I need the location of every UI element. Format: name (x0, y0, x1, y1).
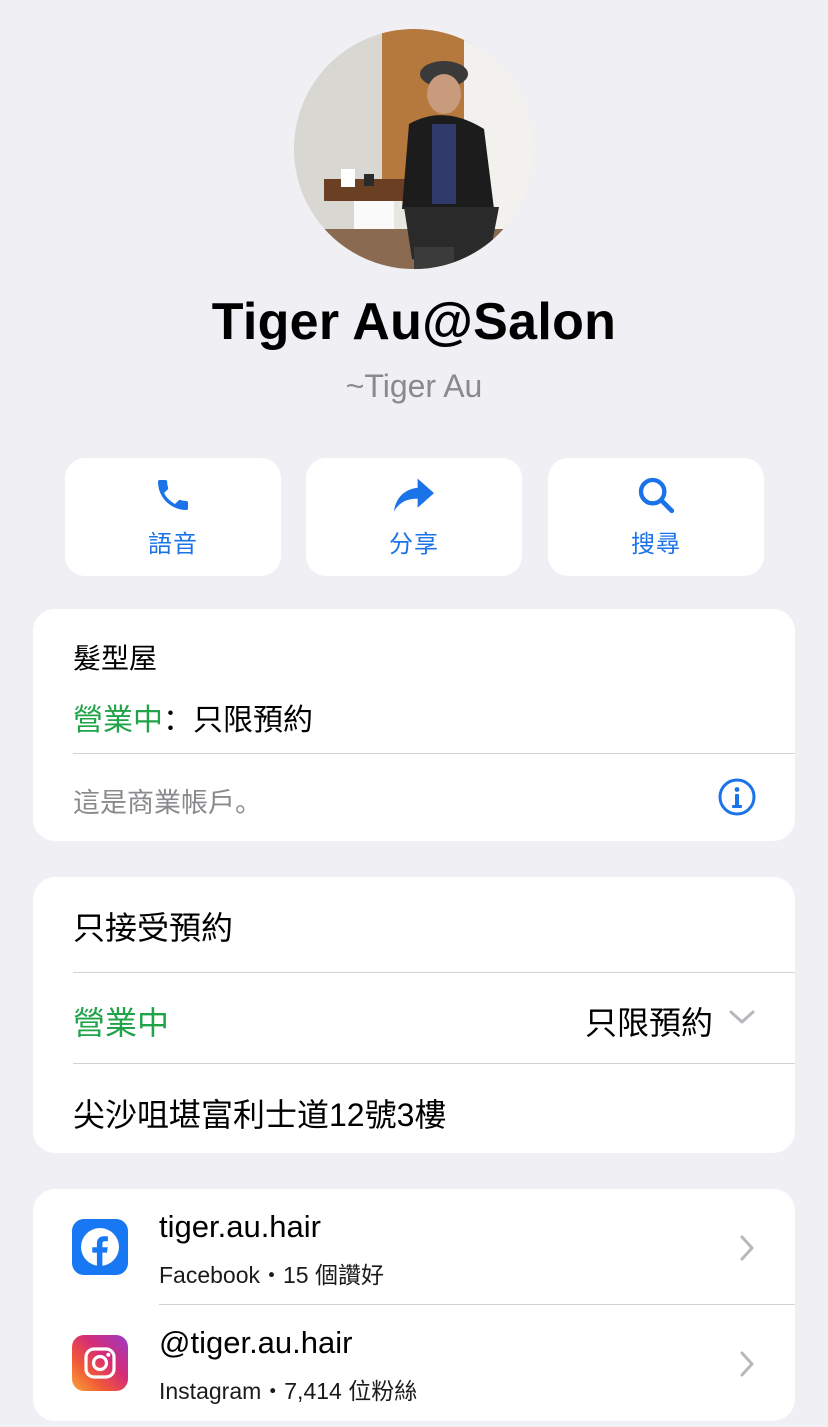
voice-call-label: 語音 (148, 531, 198, 558)
chevron-right-icon (739, 1235, 755, 1266)
social-links-card: tiger.au.hair Facebook・15 個讚好 @tiger.au.… (33, 1189, 795, 1421)
instagram-subtitle: Instagram・7,414 位粉絲 (159, 1378, 418, 1404)
chevron-down-icon[interactable] (729, 1009, 755, 1030)
divider (73, 1063, 795, 1064)
business-account-note: 這是商業帳戶。 (73, 788, 262, 818)
divider (73, 972, 795, 973)
search-button[interactable]: 搜尋 (548, 458, 764, 576)
info-icon[interactable] (717, 777, 757, 822)
facebook-icon (72, 1219, 128, 1275)
divider (73, 753, 795, 754)
instagram-title: @tiger.au.hair (159, 1325, 353, 1360)
facebook-subtitle: Facebook・15 個讚好 (159, 1262, 384, 1288)
open-status-detail: ：只限預約 (163, 704, 313, 737)
facebook-title: tiger.au.hair (159, 1209, 321, 1244)
open-status: 營業中 (73, 704, 163, 737)
business-address[interactable]: 尖沙咀堪富利士道12號3樓 (73, 1090, 446, 1136)
business-hours-summary: 營業中：只限預約 (73, 695, 313, 739)
business-category: 髮型屋 (73, 643, 158, 674)
hours-value[interactable]: 只限預約 (585, 998, 713, 1044)
instagram-icon (72, 1335, 128, 1391)
divider (159, 1304, 795, 1305)
phone-icon (153, 474, 193, 516)
business-info-card: 髮型屋 營業中：只限預約 這是商業帳戶。 (33, 609, 795, 841)
business-profile-page: Tiger Au@Salon ~Tiger Au 語音 分享 搜尋 髮型屋 營業… (0, 0, 828, 1427)
hours-description: 只接受預約 (73, 910, 234, 946)
chevron-right-icon (739, 1351, 755, 1382)
voice-call-button[interactable]: 語音 (65, 458, 281, 576)
profile-name: Tiger Au@Salon (211, 293, 617, 351)
share-label: 分享 (389, 531, 439, 558)
share-button[interactable]: 分享 (306, 458, 522, 576)
profile-subname: ~Tiger Au (345, 368, 483, 404)
search-icon (636, 474, 676, 516)
hours-address-card: 只接受預約 營業中 只限預約 尖沙咀堪富利士道12號3樓 (33, 877, 795, 1153)
search-label: 搜尋 (631, 531, 681, 558)
share-icon (392, 474, 436, 516)
avatar[interactable] (294, 29, 534, 269)
hours-status: 營業中 (73, 1005, 170, 1041)
